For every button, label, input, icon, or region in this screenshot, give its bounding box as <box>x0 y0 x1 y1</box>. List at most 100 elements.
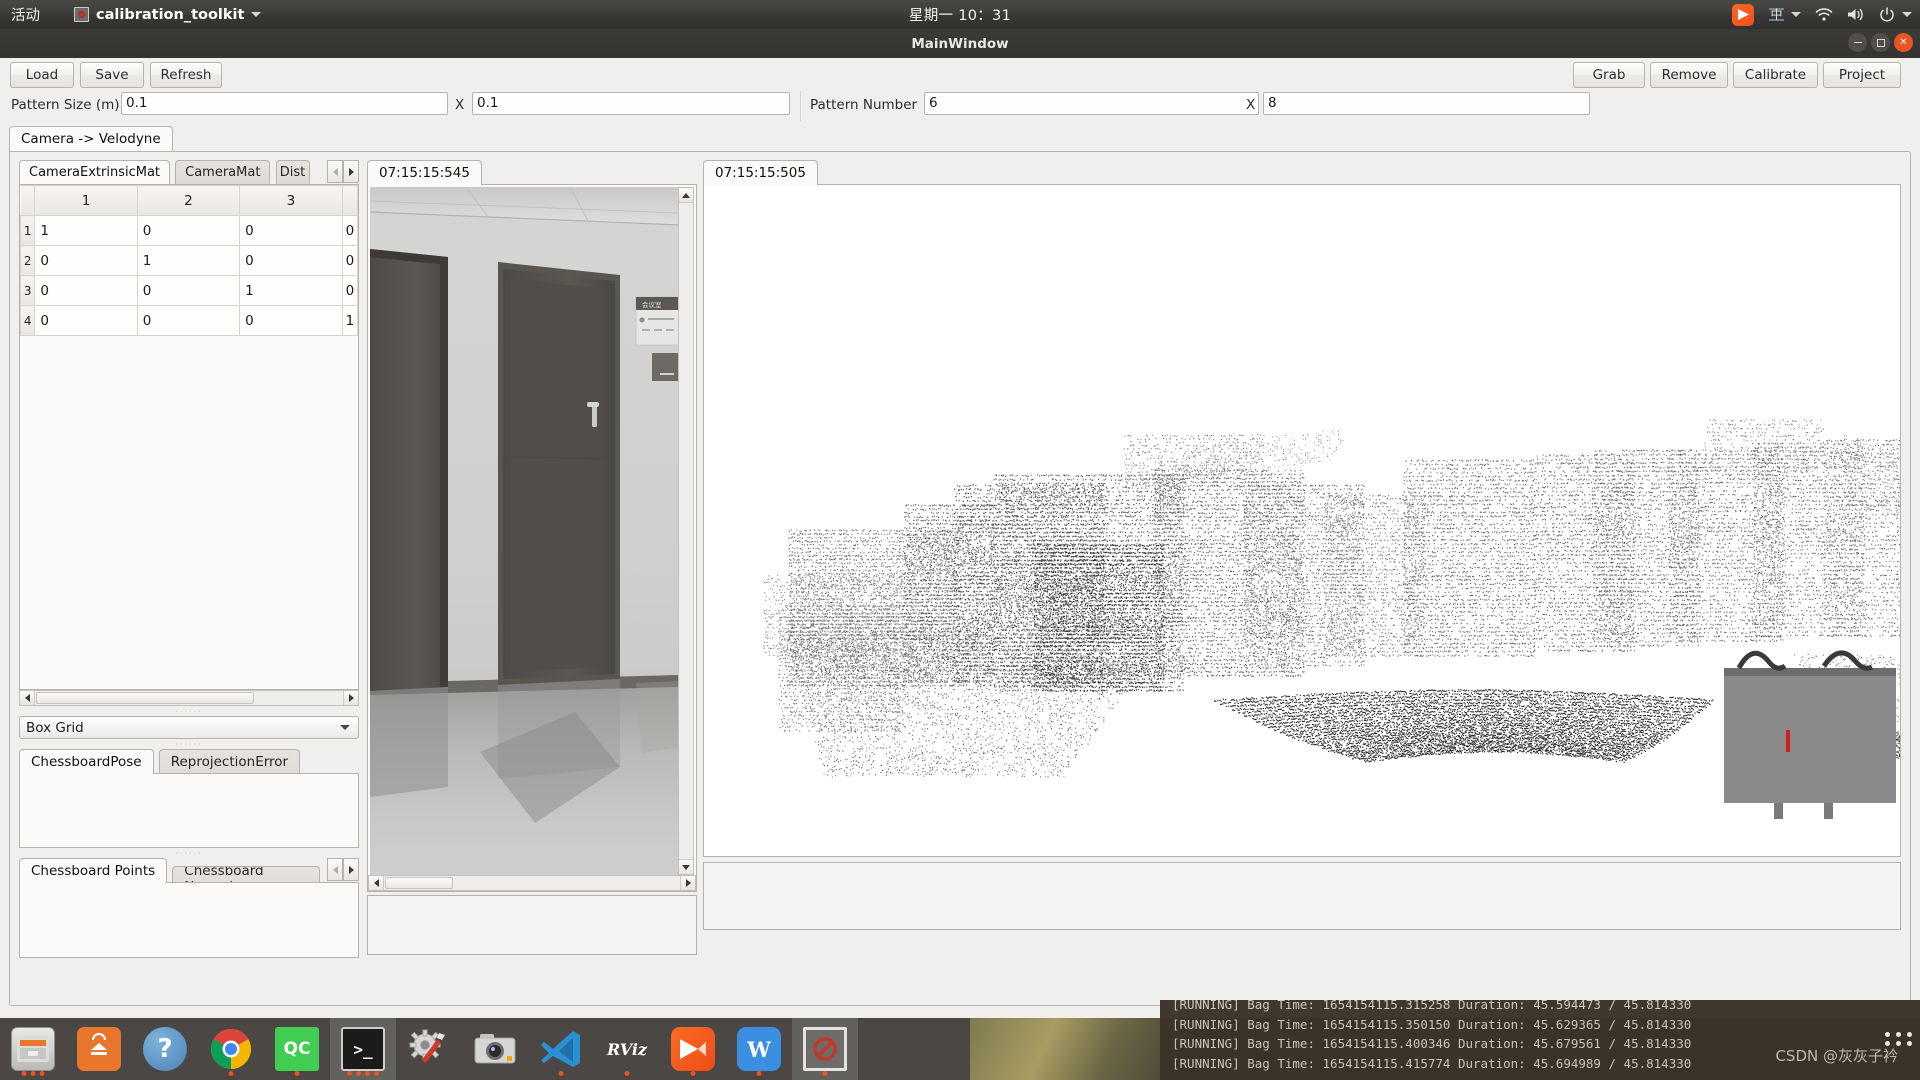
pointcloud-viewport[interactable] <box>703 184 1901 857</box>
dock-item-camera[interactable] <box>462 1018 528 1080</box>
hscroll-left-button[interactable] <box>369 876 384 890</box>
cell-r4c4[interactable]: 1 <box>341 305 358 336</box>
dock-item-settings[interactable] <box>396 1018 462 1080</box>
calibrate-button[interactable]: Calibrate <box>1733 62 1818 88</box>
pattern-size-y-input[interactable]: 0.1 <box>472 92 790 115</box>
pattern-number-x-input[interactable]: 6 <box>924 92 1259 115</box>
pointcloud-status-panel[interactable] <box>703 862 1901 930</box>
hscroll-right-button[interactable] <box>680 876 695 890</box>
save-button[interactable]: Save <box>80 62 144 88</box>
tab-dist[interactable]: Dist <box>275 160 310 184</box>
dock-item-wps-player[interactable] <box>660 1018 726 1080</box>
minimize-button[interactable] <box>1848 33 1867 52</box>
desktop-dock: ? QC >_ RViz W [RUNNING] Bag Time: 16541… <box>0 1000 1920 1080</box>
image-vertical-scrollbar[interactable] <box>678 187 694 875</box>
cell-r1c3[interactable]: 0 <box>239 215 343 246</box>
column-header-4[interactable] <box>341 185 358 216</box>
cell-r3c1[interactable]: 0 <box>34 275 138 306</box>
settings-icon <box>407 1027 451 1071</box>
dock-item-vscode[interactable] <box>528 1018 594 1080</box>
main-toolbar: Load Save Refresh Grab Remove Calibrate … <box>0 62 1920 92</box>
grab-button[interactable]: Grab <box>1573 62 1645 88</box>
chessboard-pose-pane[interactable] <box>19 773 359 848</box>
points-tab-scroll-arrows <box>327 858 359 881</box>
dock-item-ubuntu-software[interactable] <box>66 1018 132 1080</box>
dock-item-chrome[interactable] <box>198 1018 264 1080</box>
remove-button[interactable]: Remove <box>1650 62 1728 88</box>
pointcloud-tab-bar: 07:15:15:505 <box>703 160 818 185</box>
column-header-2[interactable]: 2 <box>136 185 241 216</box>
hscroll-left-button[interactable] <box>20 691 35 705</box>
ubuntu-software-icon <box>77 1027 121 1071</box>
cell-r4c1[interactable]: 0 <box>34 305 138 336</box>
load-button[interactable]: Load <box>10 62 74 88</box>
image-status-panel[interactable] <box>367 895 697 955</box>
pattern-size-x-input[interactable]: 0.1 <box>121 92 448 115</box>
tab-pointcloud-timestamp[interactable]: 07:15:15:505 <box>703 160 818 185</box>
dock-item-qtcreator[interactable]: QC <box>264 1018 330 1080</box>
project-button[interactable]: Project <box>1823 62 1901 88</box>
grid-type-combo-value: Box Grid <box>26 720 84 736</box>
clock[interactable]: 星期一 10：31 <box>909 4 1011 25</box>
dock-item-files[interactable] <box>0 1018 66 1080</box>
cell-r2c4[interactable]: 0 <box>341 245 358 276</box>
tab-image-timestamp[interactable]: 07:15:15:545 <box>367 160 482 185</box>
hscroll-thumb[interactable] <box>385 877 453 889</box>
app-menu[interactable]: calibration_toolkit <box>74 7 262 23</box>
image-horizontal-scrollbar[interactable] <box>368 875 696 891</box>
cell-r1c2[interactable]: 0 <box>136 215 241 246</box>
grid-type-combo[interactable]: Box Grid <box>19 716 359 739</box>
close-button[interactable]: ✕ <box>1894 33 1913 52</box>
cell-r2c3[interactable]: 0 <box>239 245 343 276</box>
tab-reprojection-error[interactable]: ReprojectionError <box>158 749 301 774</box>
cell-r3c3[interactable]: 1 <box>239 275 343 306</box>
camera-image-pane[interactable]: 会议室 <box>367 184 697 892</box>
power-icon[interactable] <box>1879 6 1912 23</box>
dock-item-calibration-toolkit[interactable] <box>792 1018 858 1080</box>
cell-r1c4[interactable]: 0 <box>341 215 358 246</box>
tab-scroll-left-button[interactable] <box>327 160 343 183</box>
chessboard-points-pane[interactable] <box>19 882 359 958</box>
extrinsic-matrix-table[interactable]: 1 2 3 1 1 0 0 0 2 0 1 0 0 3 0 0 1 0 4 0 … <box>19 184 359 690</box>
cell-r3c2[interactable]: 0 <box>136 275 241 306</box>
hscroll-thumb[interactable] <box>36 692 254 704</box>
tab-camera-extrinsic-mat[interactable]: CameraExtrinsicMat <box>19 160 171 184</box>
dock-item-terminal[interactable]: >_ <box>330 1018 396 1080</box>
dock-item-help[interactable]: ? <box>132 1018 198 1080</box>
splitter-handle[interactable]: ······ <box>19 849 359 858</box>
column-header-1[interactable]: 1 <box>34 185 138 216</box>
files-icon <box>11 1027 55 1071</box>
input-method-indicator[interactable]: 中 <box>1768 6 1801 23</box>
dock-item-rviz[interactable]: RViz <box>594 1018 660 1080</box>
cell-r3c4[interactable]: 0 <box>341 275 358 306</box>
tab-camera-mat[interactable]: CameraMat <box>175 160 271 184</box>
maximize-button[interactable] <box>1871 33 1890 52</box>
tab-scroll-left-button[interactable] <box>327 858 343 881</box>
cell-r1c1[interactable]: 1 <box>34 215 138 246</box>
cell-r4c2[interactable]: 0 <box>136 305 241 336</box>
hscroll-right-button[interactable] <box>343 691 358 705</box>
wifi-icon[interactable] <box>1815 7 1833 22</box>
cell-r4c3[interactable]: 0 <box>239 305 343 336</box>
vscroll-up-button[interactable] <box>679 188 693 203</box>
column-header-3[interactable]: 3 <box>239 185 343 216</box>
dock-item-wps-writer[interactable]: W <box>726 1018 792 1080</box>
tab-chessboard-pose[interactable]: ChessboardPose <box>19 749 154 774</box>
cell-r2c1[interactable]: 0 <box>34 245 138 276</box>
pattern-number-y-input[interactable]: 8 <box>1263 92 1590 115</box>
running-indicator <box>21 1071 45 1076</box>
tab-chessboard-points[interactable]: Chessboard Points <box>19 858 168 883</box>
wps-tray-icon[interactable] <box>1732 3 1754 26</box>
matrix-table-hscrollbar[interactable] <box>19 690 359 706</box>
tab-scroll-right-button[interactable] <box>343 858 359 881</box>
splitter-handle[interactable]: ······ <box>19 740 359 749</box>
vscroll-down-button[interactable] <box>679 859 693 874</box>
volume-icon[interactable] <box>1847 7 1865 22</box>
tab-camera-to-velodyne[interactable]: Camera -> Velodyne <box>9 126 173 151</box>
tab-scroll-right-button[interactable] <box>343 160 359 183</box>
refresh-button[interactable]: Refresh <box>150 62 222 88</box>
cell-r2c2[interactable]: 1 <box>136 245 241 276</box>
terminal-output[interactable]: [RUNNING] Bag Time: 1654154115.315258 Du… <box>1160 1000 1920 1080</box>
splitter-handle[interactable]: ······ <box>19 707 359 716</box>
activities-button[interactable]: 活动 <box>11 4 40 25</box>
